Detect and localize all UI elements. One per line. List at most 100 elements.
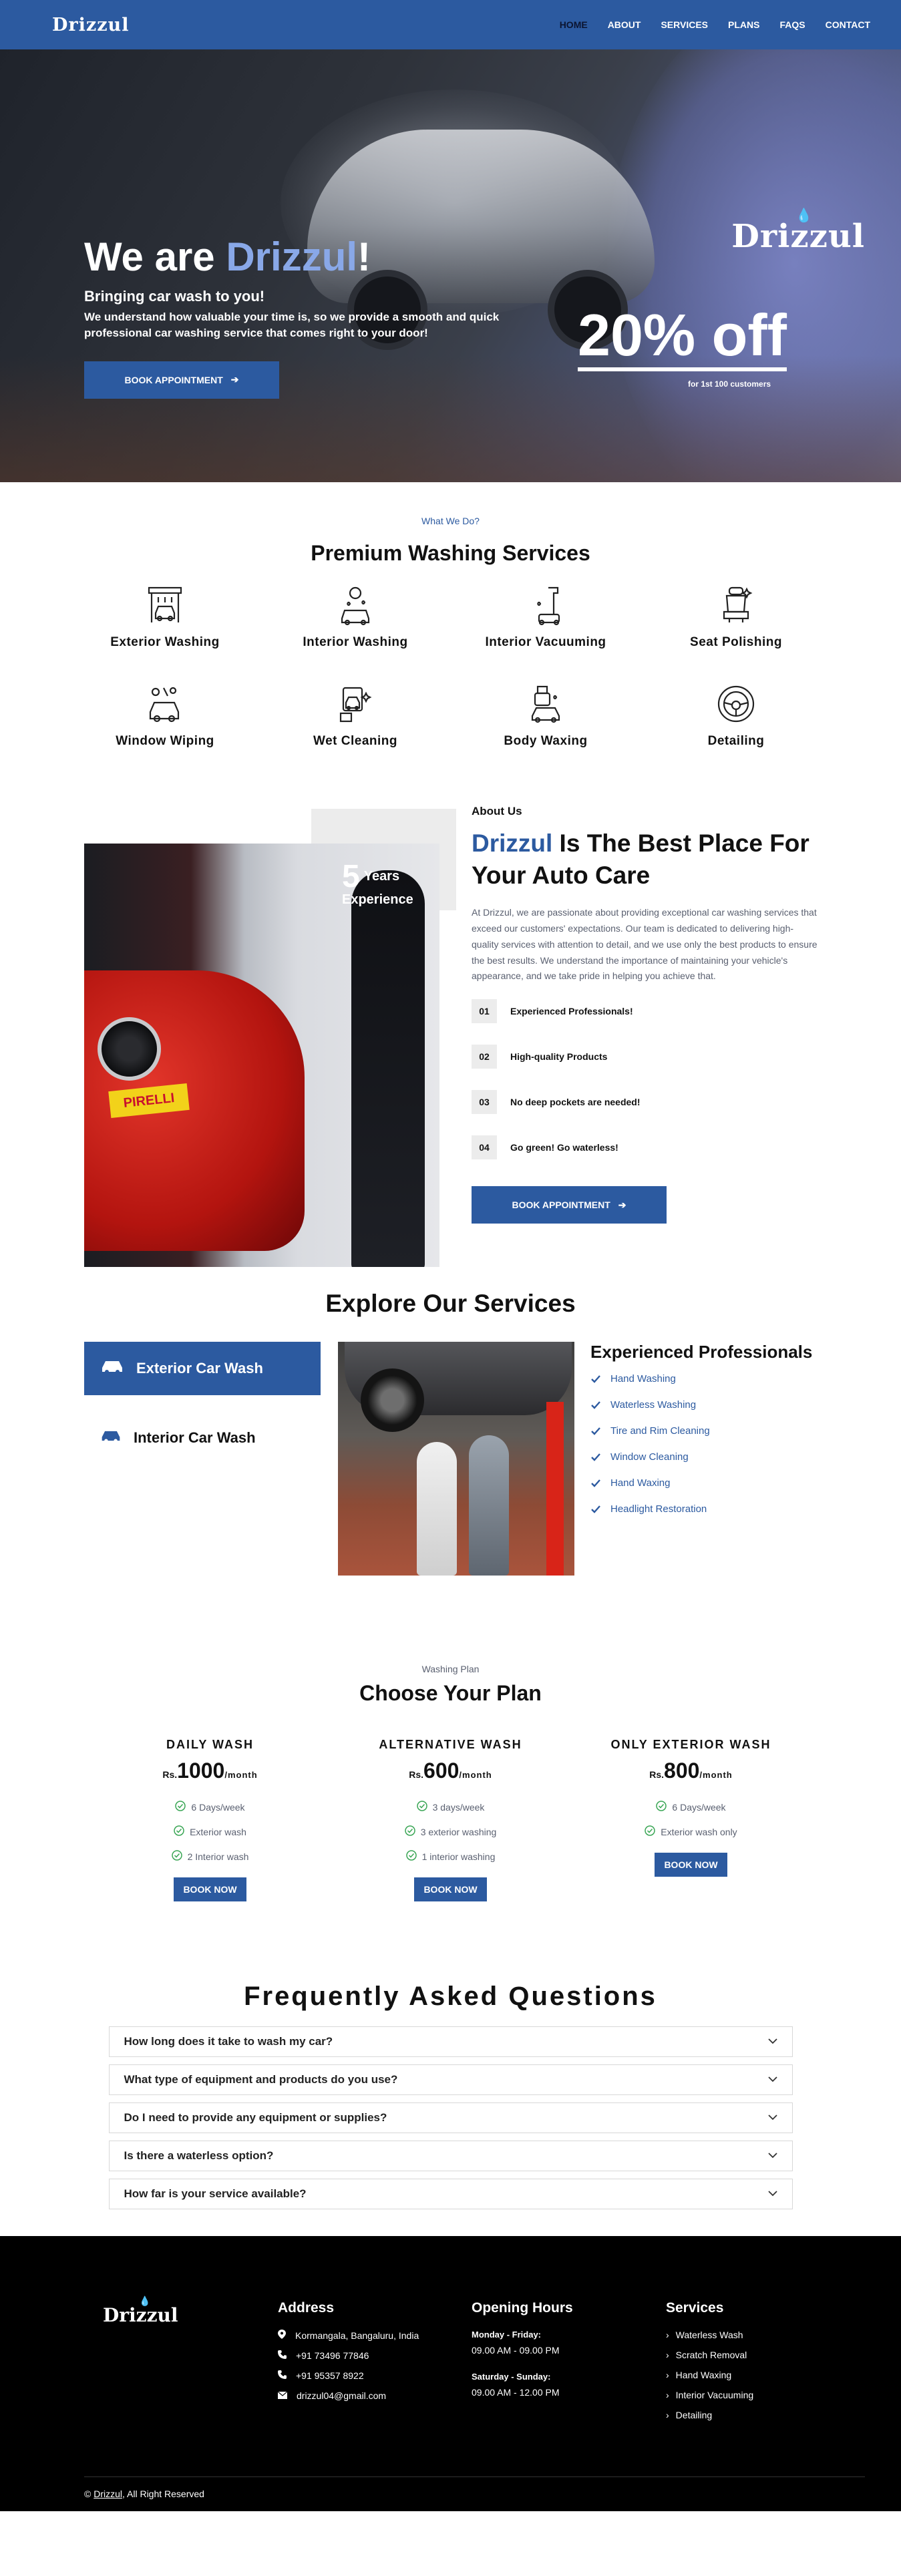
- footer: 💧 Drizzul Address Kormangala, Bangaluru, …: [0, 2236, 901, 2511]
- plan-features: 6 Days/week Exterior wash only: [645, 1801, 737, 1850]
- footer-service-link[interactable]: › Hand Waxing: [666, 2370, 753, 2380]
- footer-hours: Opening Hours Monday - Friday: 09.00 AM …: [472, 2300, 573, 2398]
- about-content: About Us Drizzul Is The Best Place For Y…: [472, 805, 832, 1224]
- location-pin-icon: [278, 2330, 286, 2341]
- faq-item[interactable]: How far is your service available?: [108, 2179, 793, 2209]
- faq-list: How long does it take to wash my car? Wh…: [108, 2026, 793, 2209]
- check-circle-icon: [404, 1825, 415, 1838]
- book-now-button[interactable]: BOOK NOW: [174, 1877, 246, 1901]
- hero-title: We are Drizzul!: [84, 234, 371, 279]
- faq-item[interactable]: What type of equipment and products do y…: [108, 2064, 793, 2095]
- book-now-button[interactable]: BOOK NOW: [414, 1877, 487, 1901]
- explore-heading: Experienced Professionals: [590, 1342, 813, 1362]
- offer-subtext: for 1st 100 customers: [688, 379, 771, 389]
- service-interior-vacuuming: Interior Vacuuming: [451, 583, 641, 650]
- steering-wheel-icon: [714, 682, 758, 726]
- nav-contact[interactable]: CONTACT: [826, 19, 870, 30]
- list-item: Headlight Restoration: [590, 1503, 812, 1515]
- plan-alternative-wash: ALTERNATIVE WASH Rs.600/month 3 days/wee…: [331, 1738, 571, 1901]
- interior-wash-icon: [333, 583, 377, 627]
- chevron-down-icon: [767, 2188, 777, 2200]
- hero-book-button[interactable]: BOOK APPOINTMENT ➔: [84, 361, 279, 399]
- service-window-wiping: Window Wiping: [70, 682, 260, 749]
- car-icon: [100, 1429, 122, 1447]
- chevron-right-icon: ›: [666, 2390, 669, 2400]
- hero-description: We understand how valuable your time is,…: [84, 311, 500, 339]
- services-pre: What We Do?: [421, 516, 480, 526]
- hero-logo: 💧 Drizzul: [731, 207, 865, 255]
- car-tire: [361, 1368, 424, 1432]
- arrow-right-icon: ➔: [618, 1199, 626, 1210]
- plan-price: Rs.600/month: [409, 1759, 492, 1783]
- logo[interactable]: Drizzul: [52, 15, 129, 35]
- footer-service-link[interactable]: › Detailing: [666, 2410, 753, 2420]
- service-body-waxing: Body Waxing: [451, 682, 641, 749]
- service-exterior-washing: Exterior Washing: [70, 583, 260, 650]
- footer-services: Services › Waterless Wash › Scratch Remova…: [666, 2300, 754, 2420]
- plans-title: Choose Your Plan: [359, 1681, 542, 1705]
- car-icon: [100, 1358, 124, 1378]
- list-item: Hand Waxing: [590, 1477, 812, 1489]
- footer-address: Address Kormangala, Bangaluru, India +91…: [277, 2300, 419, 2401]
- hero-banner: We are Drizzul! Bringing car wash to you…: [0, 49, 901, 482]
- about-point: 02 High-quality Products: [472, 1045, 832, 1069]
- copyright: © Drizzul, All Right Reserved: [84, 2489, 204, 2499]
- lift-post: [546, 1402, 564, 1576]
- plan-price: Rs.1000/month: [162, 1759, 258, 1783]
- arrow-right-icon: ➔: [230, 374, 239, 385]
- car-wash-icon: [143, 583, 187, 627]
- check-icon: [591, 1453, 600, 1461]
- faq-item[interactable]: Do I need to provide any equipment or su…: [108, 2102, 793, 2133]
- hero-subtitle: Bringing car wash to you!: [84, 288, 265, 305]
- body-wax-icon: [524, 682, 568, 726]
- services-section: What We Do? Premium Washing Services Ext…: [0, 482, 901, 749]
- footer-logo[interactable]: 💧 Drizzul: [103, 2296, 178, 2326]
- check-icon: [591, 1479, 600, 1487]
- nav-plans[interactable]: PLANS: [728, 19, 759, 30]
- nav-services[interactable]: SERVICES: [661, 19, 708, 30]
- car-wheel: [98, 1017, 161, 1081]
- faq-section: Frequently Asked Questions How long does…: [0, 1982, 901, 2209]
- footer-service-link[interactable]: › Waterless Wash: [666, 2330, 753, 2340]
- list-item: Window Cleaning: [590, 1451, 812, 1463]
- about-point: 01 Experienced Professionals!: [472, 999, 832, 1024]
- nav-links: HOME ABOUT SERVICES PLANS FAQS CONTACT: [560, 19, 870, 30]
- explore-title: Explore Our Services: [325, 1290, 576, 1317]
- footer-service-link[interactable]: › Interior Vacuuming: [666, 2390, 753, 2400]
- service-wet-cleaning: Wet Cleaning: [260, 682, 451, 749]
- chevron-down-icon: [767, 2112, 777, 2124]
- tab-interior-car-wash[interactable]: Interior Car Wash: [84, 1411, 321, 1465]
- book-now-button[interactable]: BOOK NOW: [655, 1853, 727, 1877]
- chevron-down-icon: [767, 2150, 777, 2162]
- offer-text: 20% off: [578, 306, 787, 371]
- faq-item[interactable]: How long does it take to wash my car?: [108, 2026, 793, 2057]
- tab-exterior-car-wash[interactable]: Exterior Car Wash: [84, 1342, 321, 1395]
- plan-daily-wash: DAILY WASH Rs.1000/month 6 Days/week Ext…: [90, 1738, 331, 1901]
- about-book-button[interactable]: BOOK APPOINTMENT ➔: [472, 1186, 667, 1224]
- explore-list: Hand Washing Waterless Washing Tire and …: [590, 1373, 812, 1515]
- mail-icon: [277, 2390, 288, 2401]
- service-interior-washing: Interior Washing: [260, 583, 451, 650]
- check-circle-icon: [171, 1850, 182, 1863]
- list-item: Tire and Rim Cleaning: [590, 1425, 812, 1437]
- list-item: Waterless Washing: [590, 1399, 812, 1411]
- about-description: At Drizzul, we are passionate about prov…: [472, 907, 818, 982]
- plan-price: Rs.800/month: [649, 1759, 733, 1783]
- water-drop-icon: 💧: [139, 2296, 151, 2307]
- mechanics-photo: [338, 1342, 574, 1576]
- chevron-right-icon: ›: [666, 2410, 669, 2420]
- nav-faqs[interactable]: FAQS: [779, 19, 805, 30]
- footer-service-link[interactable]: › Scratch Removal: [666, 2350, 753, 2360]
- chevron-right-icon: ›: [666, 2330, 669, 2340]
- phone-icon: [278, 2370, 287, 2381]
- nav-home[interactable]: HOME: [560, 19, 588, 30]
- about-section: PIRELLI 5 Years Experience About Us Drizz…: [0, 789, 901, 1267]
- explore-details: Experienced Professionals Hand Washing W…: [590, 1342, 812, 1529]
- check-icon: [591, 1401, 600, 1409]
- mechanic-1: [417, 1442, 457, 1576]
- service-seat-polishing: Seat Polishing: [641, 583, 832, 650]
- nav-about[interactable]: ABOUT: [608, 19, 641, 30]
- faq-item[interactable]: Is there a waterless option?: [108, 2141, 793, 2171]
- phone-icon: [278, 2350, 287, 2361]
- top-navbar: Drizzul HOME ABOUT SERVICES PLANS FAQS C…: [0, 0, 901, 49]
